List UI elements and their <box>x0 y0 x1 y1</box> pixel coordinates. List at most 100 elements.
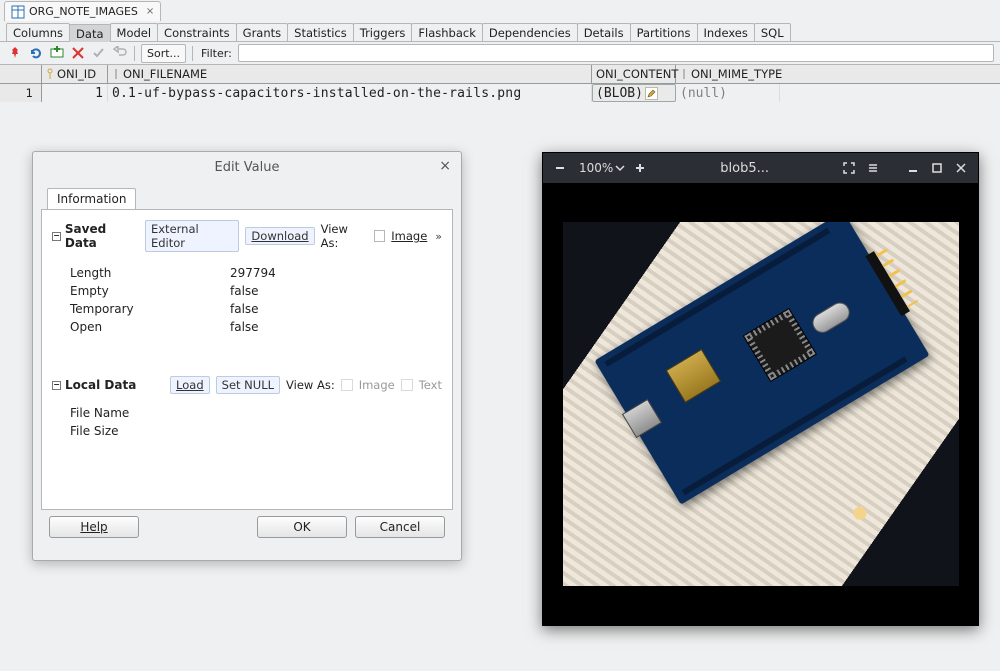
jumper-block <box>665 349 721 403</box>
row-number: 1 <box>0 84 42 102</box>
close-icon[interactable]: × <box>142 6 154 17</box>
chevron-down-icon <box>615 163 625 173</box>
collapse-icon[interactable]: − <box>52 381 61 390</box>
saved-data-section: − Saved Data External Editor Download Vi… <box>52 220 442 252</box>
pencil-icon[interactable] <box>645 87 658 100</box>
subtab-triggers[interactable]: Triggers <box>353 23 413 41</box>
external-editor-button[interactable]: External Editor <box>145 220 239 252</box>
close-icon[interactable] <box>950 157 972 179</box>
sort-button[interactable]: Sort... <box>141 44 186 63</box>
file-name-key: File Name <box>70 406 230 420</box>
file-size-value <box>230 424 442 438</box>
editor-tabstrip: ORG_NOTE_IMAGES × <box>0 0 1000 22</box>
close-icon[interactable]: × <box>439 158 451 174</box>
zoom-in-icon[interactable] <box>629 157 651 179</box>
ok-button[interactable]: OK <box>257 516 347 538</box>
editor-tab-org-note-images[interactable]: ORG_NOTE_IMAGES × <box>4 1 161 21</box>
delete-row-icon[interactable] <box>69 45 86 62</box>
zoom-value: 100% <box>579 161 613 175</box>
view-as-label: View As: <box>286 378 335 392</box>
col-header-oni-content[interactable]: ONI_CONTENT <box>592 65 676 83</box>
dialog-panel: − Saved Data External Editor Download Vi… <box>41 210 453 510</box>
mcu-chip <box>742 308 816 382</box>
temporary-key: Temporary <box>70 302 230 316</box>
cell-oni-content-blob[interactable]: (BLOB) <box>592 84 676 102</box>
refresh-icon[interactable] <box>27 45 44 62</box>
viewer-titlebar[interactable]: 100% blob5... <box>543 153 978 183</box>
temporary-value: false <box>230 302 442 316</box>
subtab-details[interactable]: Details <box>577 23 631 41</box>
column-icon <box>112 68 120 80</box>
table-icon <box>11 5 25 19</box>
view-as-label: View As: <box>321 222 368 250</box>
data-grid: ONI_ID ONI_FILENAME ONI_CONTENT ONI_MIME… <box>0 65 1000 102</box>
grid-header: ONI_ID ONI_FILENAME ONI_CONTENT ONI_MIME… <box>0 65 1000 84</box>
dialog-title-text: Edit Value <box>214 160 279 175</box>
section-label: Saved Data <box>65 222 141 250</box>
rownum-header <box>0 65 42 83</box>
download-button[interactable]: Download <box>245 227 314 245</box>
subtab-sql[interactable]: SQL <box>754 23 791 41</box>
object-subtabs: Columns Data Model Constraints Grants St… <box>0 22 1000 42</box>
rollback-icon[interactable] <box>111 45 128 62</box>
col-header-oni-id[interactable]: ONI_ID <box>42 65 108 83</box>
editor-tab-label: ORG_NOTE_IMAGES <box>29 5 138 18</box>
viewer-canvas[interactable] <box>543 183 978 625</box>
minimize-icon[interactable] <box>902 157 924 179</box>
cancel-button[interactable]: Cancel <box>355 516 445 538</box>
help-button[interactable]: Help <box>49 516 139 538</box>
col-header-oni-mime-type[interactable]: ONI_MIME_TYPE <box>676 65 780 83</box>
dialog-tabs: Information <box>41 188 453 210</box>
subtab-constraints[interactable]: Constraints <box>157 23 237 41</box>
cell-oni-filename[interactable]: 0.1-uf-bypass-capacitors-installed-on-th… <box>108 84 592 102</box>
text-label-disabled: Text <box>419 378 442 392</box>
file-size-key: File Size <box>70 424 230 438</box>
file-name-value <box>230 406 442 420</box>
fullscreen-icon[interactable] <box>838 157 860 179</box>
subtab-dependencies[interactable]: Dependencies <box>482 23 578 41</box>
length-key: Length <box>70 266 230 280</box>
image-checkbox-disabled <box>341 379 353 391</box>
subtab-flashback[interactable]: Flashback <box>411 23 482 41</box>
blob-image-preview <box>563 222 959 586</box>
image-checkbox[interactable] <box>374 230 386 242</box>
separator <box>134 46 135 61</box>
load-button[interactable]: Load <box>170 376 210 394</box>
cell-oni-mime-type[interactable]: (null) <box>676 84 780 102</box>
empty-value: false <box>230 284 442 298</box>
subtab-data[interactable]: Data <box>69 24 110 42</box>
zoom-out-icon[interactable] <box>549 157 571 179</box>
usb-connector <box>621 399 661 438</box>
col-label: ONI_CONTENT <box>596 67 678 81</box>
dialog-titlebar[interactable]: Edit Value × <box>33 152 461 182</box>
dialog-buttons: Help OK Cancel <box>41 510 453 538</box>
table-row[interactable]: 1 1 0.1-uf-bypass-capacitors-installed-o… <box>0 84 1000 102</box>
grid-toolbar: Sort... Filter: <box>0 42 1000 65</box>
collapse-icon[interactable]: − <box>52 232 61 241</box>
subtab-grants[interactable]: Grants <box>236 23 288 41</box>
col-header-oni-filename[interactable]: ONI_FILENAME <box>108 65 592 83</box>
subtab-indexes[interactable]: Indexes <box>697 23 755 41</box>
text-checkbox-disabled <box>401 379 413 391</box>
chevron-right-icon[interactable]: » <box>435 230 442 243</box>
maximize-icon[interactable] <box>926 157 948 179</box>
edit-value-dialog: Edit Value × Information − Saved Data Ex… <box>32 151 462 561</box>
subtab-columns[interactable]: Columns <box>6 23 70 41</box>
hamburger-icon[interactable] <box>862 157 884 179</box>
image-viewer-window: 100% blob5... <box>542 152 979 626</box>
zoom-level[interactable]: 100% <box>579 161 625 175</box>
cell-oni-id[interactable]: 1 <box>42 84 108 102</box>
set-null-button[interactable]: Set NULL <box>216 376 280 394</box>
column-icon <box>680 68 688 80</box>
commit-icon[interactable] <box>90 45 107 62</box>
tab-information[interactable]: Information <box>47 188 136 209</box>
filter-label: Filter: <box>199 45 234 62</box>
insert-row-icon[interactable] <box>48 45 65 62</box>
subtab-partitions[interactable]: Partitions <box>630 23 698 41</box>
filter-input[interactable] <box>238 44 994 62</box>
subtab-statistics[interactable]: Statistics <box>287 23 354 41</box>
subtab-model[interactable]: Model <box>110 23 159 41</box>
image-checkbox-label[interactable]: Image <box>391 229 427 243</box>
blob-label: (BLOB) <box>596 86 643 101</box>
pin-icon[interactable] <box>6 45 23 62</box>
